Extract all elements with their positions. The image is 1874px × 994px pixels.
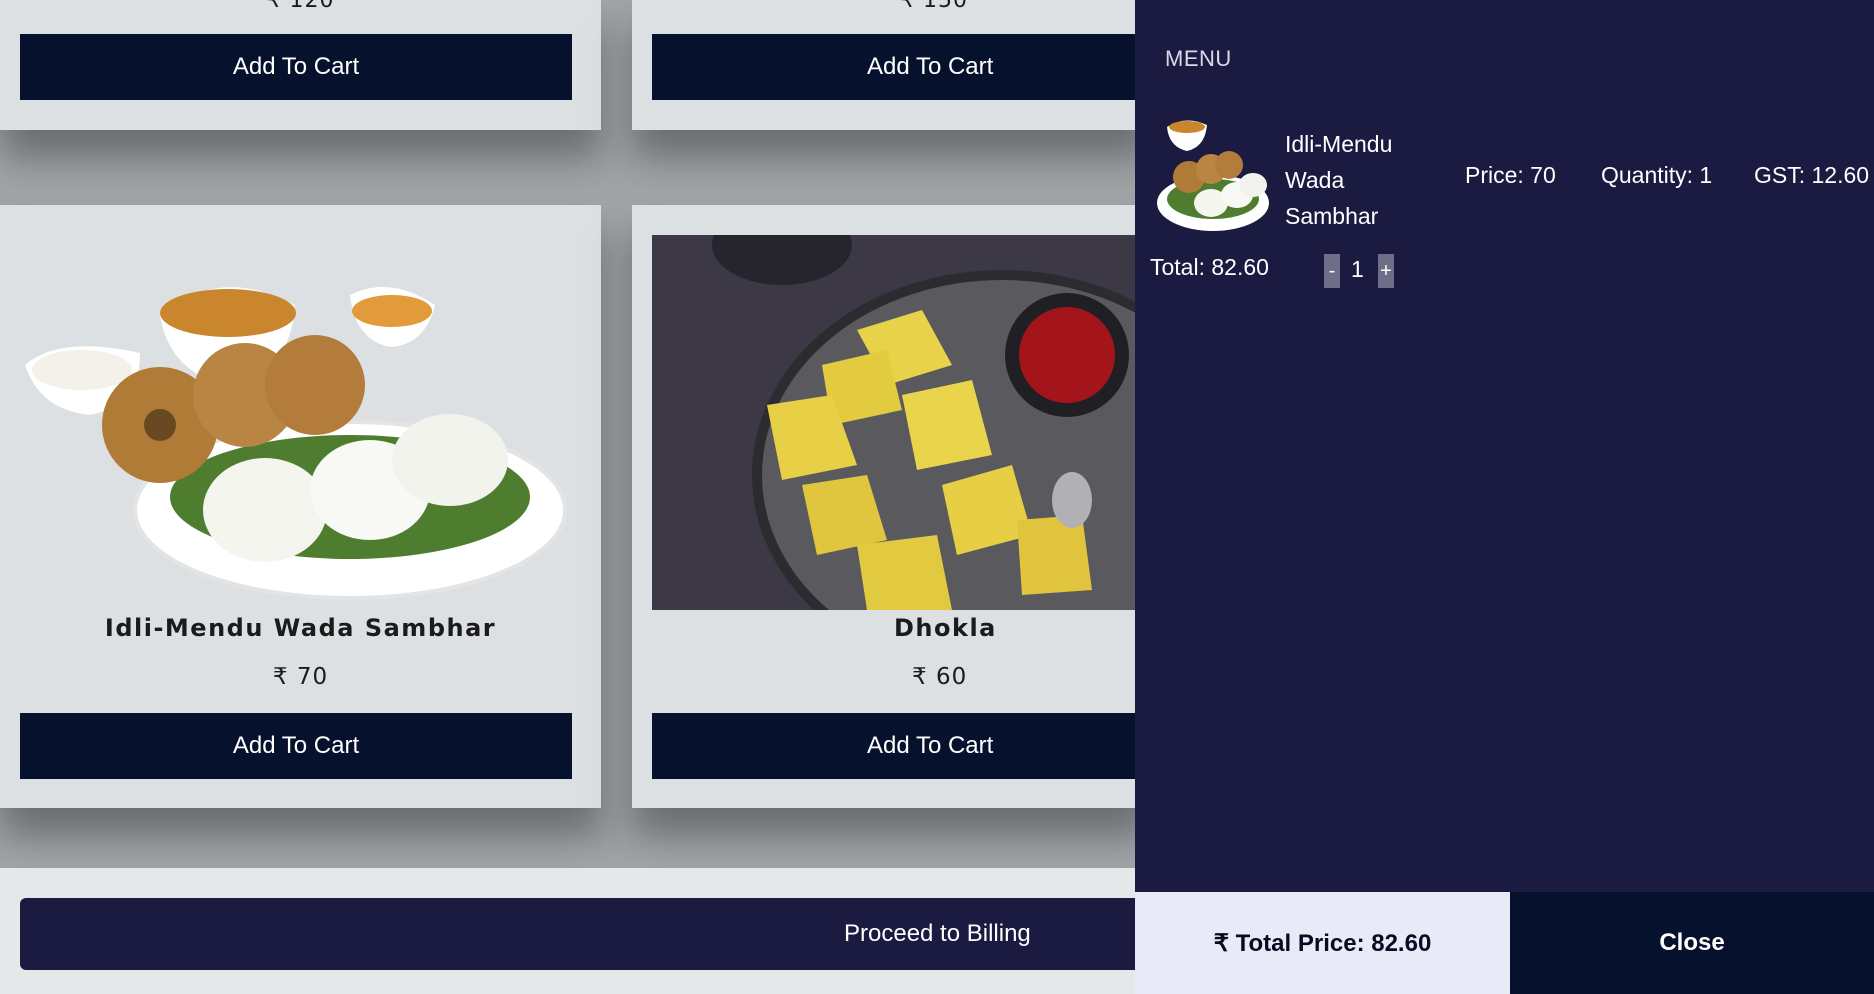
cart-item-gst: GST: 12.60	[1754, 162, 1870, 188]
add-to-cart-button[interactable]: Add To Cart	[20, 713, 572, 779]
cart-item-price: Price: 70	[1465, 162, 1556, 188]
cart-item-total: Total: 82.60	[1150, 254, 1269, 280]
close-button[interactable]: Close	[1510, 892, 1874, 994]
drawer-footer: ₹ Total Price: 82.60 Close	[1135, 892, 1874, 994]
total-price: ₹ Total Price: 82.60	[1135, 892, 1510, 994]
menu-item-price: ₹ 120	[266, 0, 335, 13]
cart-item-name: Idli-Mendu Wada Sambhar	[1285, 131, 1393, 229]
proceed-to-billing-button[interactable]: Proceed to Billing	[20, 898, 1135, 970]
add-to-cart-button[interactable]: Add To Cart	[652, 713, 1135, 779]
menu-item-name: Idli-Mendu Wada Sambhar	[104, 614, 497, 642]
menu-card: Dhokla ₹ 60 Add To Cart	[632, 205, 1135, 808]
menu-grid: ₹ 120 Add To Cart ₹ 150 Add To Cart Idli…	[0, 0, 1135, 994]
cart-item-thumbnail	[1149, 115, 1271, 235]
menu-item-price: ₹ 150	[900, 0, 968, 13]
cart-item-quantity: Quantity: 1	[1601, 162, 1713, 188]
menu-item-price: ₹ 60	[912, 664, 968, 690]
menu-card: ₹ 120 Add To Cart	[0, 0, 601, 130]
menu-item-name: Dhokla	[894, 614, 997, 642]
cart-drawer: MENU Idli-Mendu Wada Sambhar Price: 70 Q…	[1135, 0, 1874, 994]
add-to-cart-button[interactable]: Add To Cart	[652, 34, 1135, 100]
increase-quantity-button[interactable]: +	[1378, 254, 1394, 288]
idli-wada-image	[20, 235, 572, 610]
menu-item-price: ₹ 70	[272, 664, 329, 690]
decrease-quantity-button[interactable]: -	[1324, 254, 1340, 288]
menu-card: Idli-Mendu Wada Sambhar ₹ 70 Add To Cart	[0, 205, 601, 808]
add-to-cart-button[interactable]: Add To Cart	[20, 34, 572, 100]
menu-card: ₹ 150 Add To Cart	[632, 0, 1135, 130]
dhokla-image	[652, 235, 1135, 610]
drawer-title: MENU	[1165, 46, 1232, 71]
quantity-value: 1	[1351, 256, 1364, 282]
